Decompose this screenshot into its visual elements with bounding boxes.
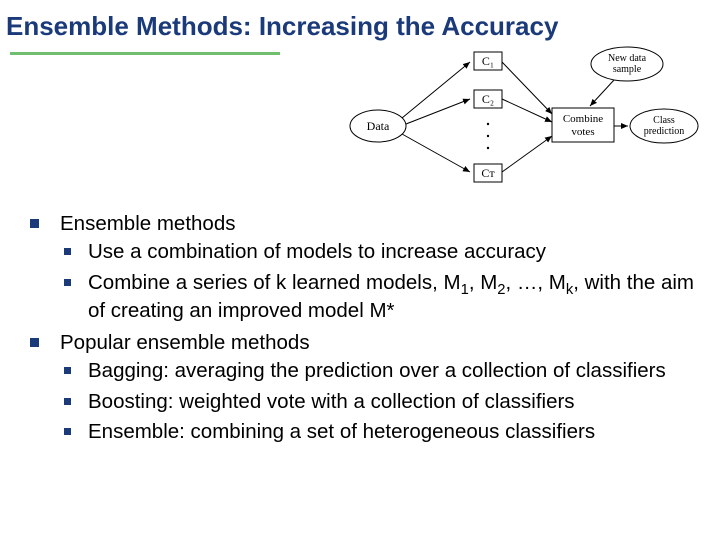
svg-text:New data: New data	[608, 53, 647, 64]
svg-text:votes: votes	[571, 126, 594, 138]
bullet-text: Bagging: averaging the prediction over a…	[88, 359, 666, 382]
title-underline	[10, 52, 280, 55]
bullet-ensemble-methods: Ensemble methods Use a combination of mo…	[30, 210, 696, 325]
svg-text:Combine: Combine	[563, 113, 603, 125]
bullet-text: Popular ensemble methods	[60, 331, 310, 354]
classifier-2-label: C₂	[482, 92, 494, 106]
sub-bullet: Boosting: weighted vote with a collectio…	[60, 388, 696, 416]
sub-bullet: Bagging: averaging the prediction over a…	[60, 357, 696, 385]
bullet-text: Use a combination of models to increase …	[88, 240, 546, 263]
sub-bullet: Combine a series of k learned models, M1…	[60, 269, 696, 326]
classifier-k-label: Cᴛ	[481, 166, 495, 180]
svg-text:sample: sample	[613, 64, 642, 75]
classifier-1-label: C₁	[482, 54, 494, 68]
sub-bullet: Ensemble: combining a set of heterogeneo…	[60, 418, 696, 446]
slide: Ensemble Methods: Increasing the Accurac…	[0, 0, 720, 540]
ensemble-diagram: Data C₁ C₂ Cᴛ Comb	[342, 44, 702, 209]
slide-title: Ensemble Methods: Increasing the Accurac…	[0, 0, 720, 44]
bullet-text: Boosting: weighted vote with a collectio…	[88, 390, 575, 413]
bullet-text: Ensemble methods	[60, 212, 235, 235]
bullet-text: Ensemble: combining a set of heterogeneo…	[88, 420, 595, 443]
content-area: Ensemble methods Use a combination of mo…	[30, 210, 696, 450]
svg-text:prediction: prediction	[644, 126, 685, 137]
data-node-label: Data	[367, 119, 390, 133]
bullet-text: Combine a series of k learned models, M1…	[88, 271, 694, 322]
svg-text:Class: Class	[653, 115, 675, 126]
sub-bullet: Use a combination of models to increase …	[60, 238, 696, 266]
bullet-popular-methods: Popular ensemble methods Bagging: averag…	[30, 329, 696, 446]
